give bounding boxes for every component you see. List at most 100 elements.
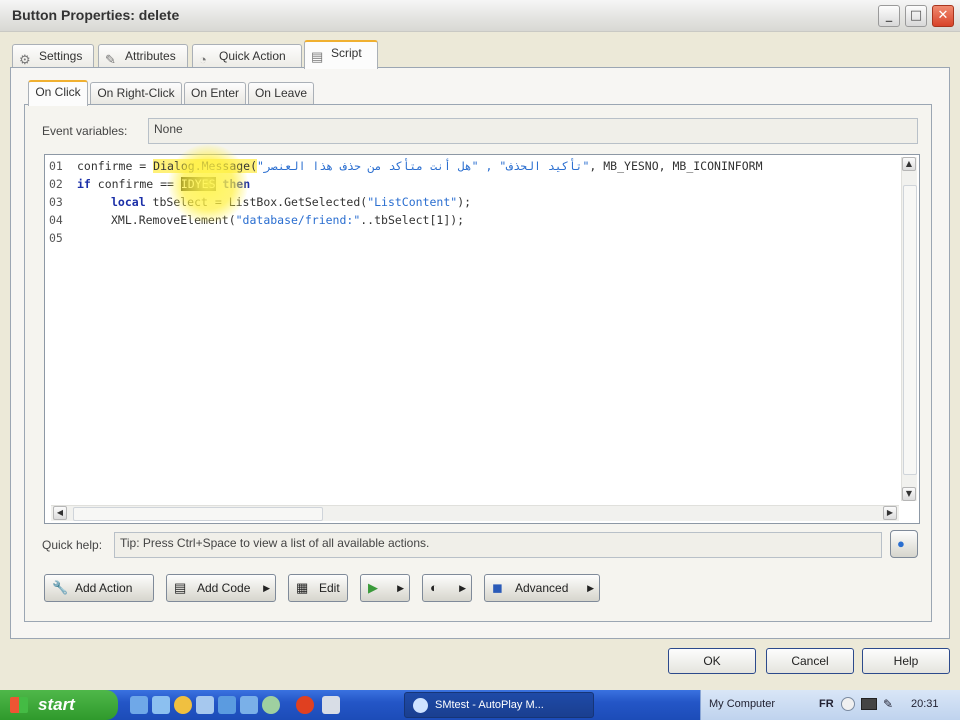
edit-label: Edit bbox=[319, 581, 340, 595]
quicklaunch-tool-icon[interactable] bbox=[196, 696, 214, 714]
cancel-button[interactable]: Cancel bbox=[766, 648, 854, 674]
code-keyword: local bbox=[111, 195, 146, 209]
button-properties-window: Button Properties: delete _ □ ✕ ⚙ Settin… bbox=[0, 0, 960, 690]
start-button[interactable]: start bbox=[0, 690, 118, 720]
line-number: 05 bbox=[49, 231, 63, 245]
tab-settings[interactable]: ⚙ Settings bbox=[12, 44, 94, 68]
maximize-icon: □ bbox=[909, 8, 923, 23]
edit-button[interactable]: ▦ Edit bbox=[288, 574, 348, 602]
scroll-up-button[interactable]: ▲ bbox=[902, 157, 916, 171]
tab-quick-action-label: Quick Action bbox=[219, 49, 286, 63]
taskbar-item-label: SMtest - AutoPlay M... bbox=[435, 699, 544, 711]
tab-script-label: Script bbox=[331, 46, 362, 60]
scroll-down-button[interactable]: ▼ bbox=[902, 487, 916, 501]
minimize-button[interactable]: _ bbox=[878, 5, 900, 27]
script-editor[interactable]: 01 confirme = Dialog.Message("تأكيد الحذف… bbox=[44, 154, 920, 524]
tab-settings-label: Settings bbox=[39, 49, 83, 63]
horizontal-scrollbar[interactable]: ◀ ▶ bbox=[51, 505, 899, 521]
advanced-button[interactable]: ◼ Advanced ▶ bbox=[484, 574, 600, 602]
code-line-05[interactable]: 05 bbox=[49, 229, 77, 247]
code-text: confirme == bbox=[90, 177, 181, 191]
quicklaunch-media-icon[interactable] bbox=[262, 696, 280, 714]
help-globe-icon: ● bbox=[897, 536, 905, 551]
vertical-scroll-thumb[interactable] bbox=[903, 185, 917, 475]
tab-attributes-label: Attributes bbox=[125, 49, 176, 63]
close-icon: ✕ bbox=[937, 8, 949, 23]
code-line-02[interactable]: 02 if confirme == IDYES then bbox=[49, 175, 250, 193]
advanced-icon: ◼ bbox=[492, 580, 503, 595]
quicklaunch-desktop-icon[interactable] bbox=[218, 696, 236, 714]
code-keyword: if bbox=[77, 177, 91, 191]
windows-logo-icon bbox=[10, 697, 28, 713]
system-tray: My Computer FR ✎ 20:31 bbox=[700, 690, 960, 720]
quicklaunch-opera-icon[interactable] bbox=[296, 696, 314, 714]
code-text: tbSelect = ListBox.GetSelected( bbox=[145, 195, 368, 209]
line-number: 01 bbox=[49, 159, 63, 173]
line-number: 02 bbox=[49, 177, 63, 191]
tools-menu-button[interactable]: ◐ ▶ bbox=[422, 574, 472, 602]
tray-location-label: My Computer bbox=[709, 698, 776, 710]
add-code-button[interactable]: ▤ Add Code ▶ bbox=[166, 574, 276, 602]
taskbar-item-autoplay[interactable]: SMtest - AutoPlay M... bbox=[404, 692, 594, 718]
code-text: Dialog.Message( bbox=[153, 159, 258, 173]
help-button[interactable]: Help bbox=[862, 648, 950, 674]
tab-on-leave-label: On Leave bbox=[254, 86, 308, 100]
quicklaunch-network-icon[interactable] bbox=[322, 696, 340, 714]
run-icon: ▶ bbox=[368, 580, 378, 595]
code-line-04[interactable]: 04 XML.RemoveElement("database/friend:"..… bbox=[49, 211, 464, 229]
code-text: ); bbox=[457, 195, 472, 209]
dropdown-arrow-icon: ▶ bbox=[263, 583, 270, 593]
minimize-icon: _ bbox=[885, 8, 893, 23]
code-text: confirme = bbox=[77, 159, 154, 173]
code-string: "تأكيد الحذف" , "هل أنت متأكد من حذف هذا… bbox=[257, 159, 590, 173]
horizontal-scroll-thumb[interactable] bbox=[73, 507, 323, 521]
tab-on-leave[interactable]: On Leave bbox=[248, 82, 314, 104]
vertical-scrollbar[interactable]: ▲ ▼ bbox=[901, 157, 917, 501]
scroll-right-button[interactable]: ▶ bbox=[883, 506, 897, 520]
quicklaunch-messenger-icon[interactable] bbox=[174, 696, 192, 714]
tab-on-right-click[interactable]: On Right-Click bbox=[90, 82, 182, 104]
tab-on-click-label: On Click bbox=[35, 85, 81, 99]
help-tray-icon[interactable] bbox=[841, 697, 855, 711]
tab-on-click[interactable]: On Click bbox=[28, 80, 88, 106]
add-code-icon: ▤ bbox=[174, 580, 187, 595]
add-code-label: Add Code bbox=[197, 581, 251, 595]
clock[interactable]: 20:31 bbox=[911, 698, 939, 710]
quick-help-field: Tip: Press Ctrl+Space to view a list of … bbox=[114, 532, 882, 558]
code-line-03[interactable]: 03 local tbSelect = ListBox.GetSelected("… bbox=[49, 193, 471, 211]
code-string: "ListContent" bbox=[367, 195, 458, 209]
code-text: , MB_YESNO, MB_ICONINFORM bbox=[589, 159, 763, 173]
quicklaunch-app-icon[interactable] bbox=[240, 696, 258, 714]
add-action-button[interactable]: 🔧 Add Action bbox=[44, 574, 154, 602]
tab-script[interactable]: ▤ Script bbox=[304, 40, 378, 69]
advanced-label: Advanced bbox=[515, 581, 569, 595]
pen-tray-icon[interactable]: ✎ bbox=[883, 697, 893, 711]
close-button[interactable]: ✕ bbox=[932, 5, 954, 27]
run-menu-button[interactable]: ▶ ▶ bbox=[360, 574, 410, 602]
dropdown-arrow-icon: ▶ bbox=[397, 583, 404, 593]
autoplay-icon bbox=[413, 698, 428, 713]
quicklaunch-browser-icon[interactable] bbox=[130, 696, 148, 714]
start-label: start bbox=[38, 695, 75, 714]
event-variables-label: Event variables: bbox=[42, 124, 128, 138]
tab-attributes[interactable]: ✎ Attributes bbox=[98, 44, 188, 68]
edit-icon: ▦ bbox=[296, 580, 309, 595]
selected-text: IDYES bbox=[180, 177, 216, 191]
scroll-left-button[interactable]: ◀ bbox=[53, 506, 67, 520]
quick-help-button[interactable]: ● bbox=[890, 530, 918, 558]
line-number: 04 bbox=[49, 213, 63, 227]
code-string: "database/friend:" bbox=[235, 213, 361, 227]
ok-button[interactable]: OK bbox=[668, 648, 756, 674]
monitor-tray-icon[interactable] bbox=[861, 698, 877, 710]
quicklaunch-explorer-icon[interactable] bbox=[152, 696, 170, 714]
arrow-down-icon: ▼ bbox=[905, 489, 913, 498]
tab-on-right-click-label: On Right-Click bbox=[97, 86, 175, 100]
arrow-up-icon: ▲ bbox=[905, 159, 913, 168]
tab-on-enter[interactable]: On Enter bbox=[184, 82, 246, 104]
quick-help-label: Quick help: bbox=[42, 538, 103, 552]
taskbar: start SMtest - AutoPlay M... My Computer… bbox=[0, 690, 960, 720]
code-line-01[interactable]: 01 confirme = Dialog.Message("تأكيد الحذف… bbox=[49, 157, 763, 175]
tab-quick-action[interactable]: ◔ Quick Action bbox=[192, 44, 302, 68]
maximize-button[interactable]: □ bbox=[905, 5, 927, 27]
language-indicator[interactable]: FR bbox=[819, 698, 834, 710]
